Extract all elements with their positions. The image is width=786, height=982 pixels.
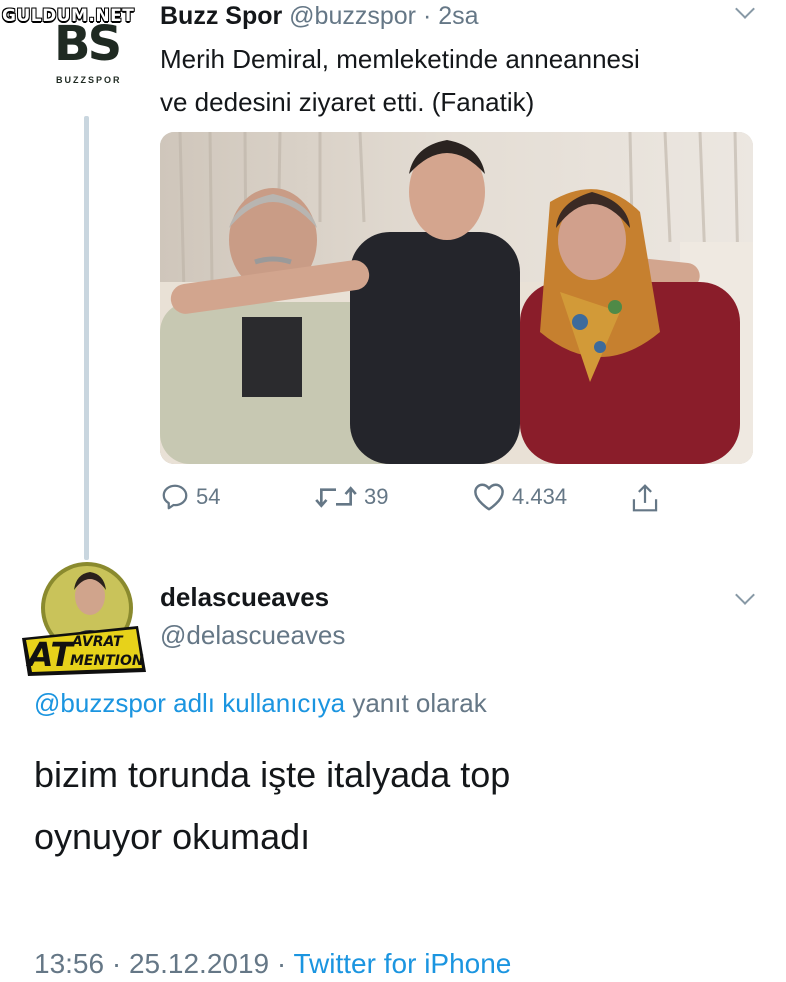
avatar-badge-text-bottom: MENTION [70, 653, 144, 669]
delascueaves-avatar[interactable]: AT AVRAT MENTION [18, 560, 152, 676]
reply-author-handle[interactable]: @delascueaves [160, 619, 345, 651]
share-icon [632, 484, 658, 512]
avatar-badge-illustration: AT AVRAT MENTION [22, 562, 146, 676]
tweet-text-line: Merih Demiral, memleketinde anneannesi [160, 44, 640, 74]
replying-to-user-link[interactable]: @buzzspor adlı kullanıcıya [34, 688, 345, 718]
tweet-actions: 54 39 4.434 [160, 482, 700, 516]
reply-count: 54 [196, 484, 221, 509]
chevron-down-icon[interactable] [735, 585, 755, 605]
like-count: 4.434 [512, 484, 568, 509]
chevron-down-icon[interactable] [735, 0, 755, 19]
watermark: GULDUM.NET [2, 6, 135, 26]
retweet-icon [315, 486, 357, 508]
timestamp-separator: · [111, 948, 122, 979]
avatar-logo-subtitle: BUZZSPOR [56, 75, 122, 85]
tweet-author-name[interactable]: Buzz Spor [160, 2, 282, 30]
tweet-text-line: ve dedesini ziyaret etti. (Fanatik) [160, 87, 535, 117]
timestamp-separator: · [276, 948, 287, 979]
retweet-count: 39 [364, 484, 389, 509]
thread-line [84, 116, 89, 560]
like-action[interactable]: 4.434 [472, 482, 567, 512]
retweet-action[interactable]: 39 [314, 482, 388, 512]
reply-source-link[interactable]: Twitter for iPhone [294, 948, 512, 979]
tweet-photo[interactable] [160, 132, 753, 464]
share-action[interactable] [630, 482, 660, 514]
reply-date: 25.12.2019 [128, 948, 270, 979]
avatar-badge-text-top: AVRAT [71, 634, 124, 650]
reply-time: 13:56 [34, 948, 105, 979]
tweet-text: Merih Demiral, memleketinde anneannesi v… [160, 38, 760, 124]
replying-to-suffix: yanıt olarak [345, 688, 487, 718]
tweet-header: Buzz Spor @buzzspor · 2sa [160, 0, 479, 32]
reply-text: bizim torunda işte italyada top oynuyor … [34, 744, 754, 868]
reply-icon [162, 484, 188, 510]
reply-text-line: bizim torunda işte italyada top [34, 754, 511, 795]
reply-text-line: oynuyor okumadı [34, 816, 311, 857]
family-photo-illustration [160, 132, 753, 464]
reply-author-name[interactable]: delascueaves [160, 581, 329, 613]
avatar-badge-text-big: AT [25, 635, 75, 674]
tweet-author-handle[interactable]: @buzzspor [289, 2, 416, 30]
reply-timestamp: 13:56 · 25.12.2019 · Twitter for iPhone [34, 946, 511, 982]
header-separator: · [422, 2, 432, 30]
tweet-time[interactable]: 2sa [438, 2, 478, 30]
replying-to-line: @buzzspor adlı kullanıcıya yanıt olarak [34, 686, 487, 720]
reply-action[interactable]: 54 [160, 482, 220, 512]
heart-icon [474, 483, 504, 511]
